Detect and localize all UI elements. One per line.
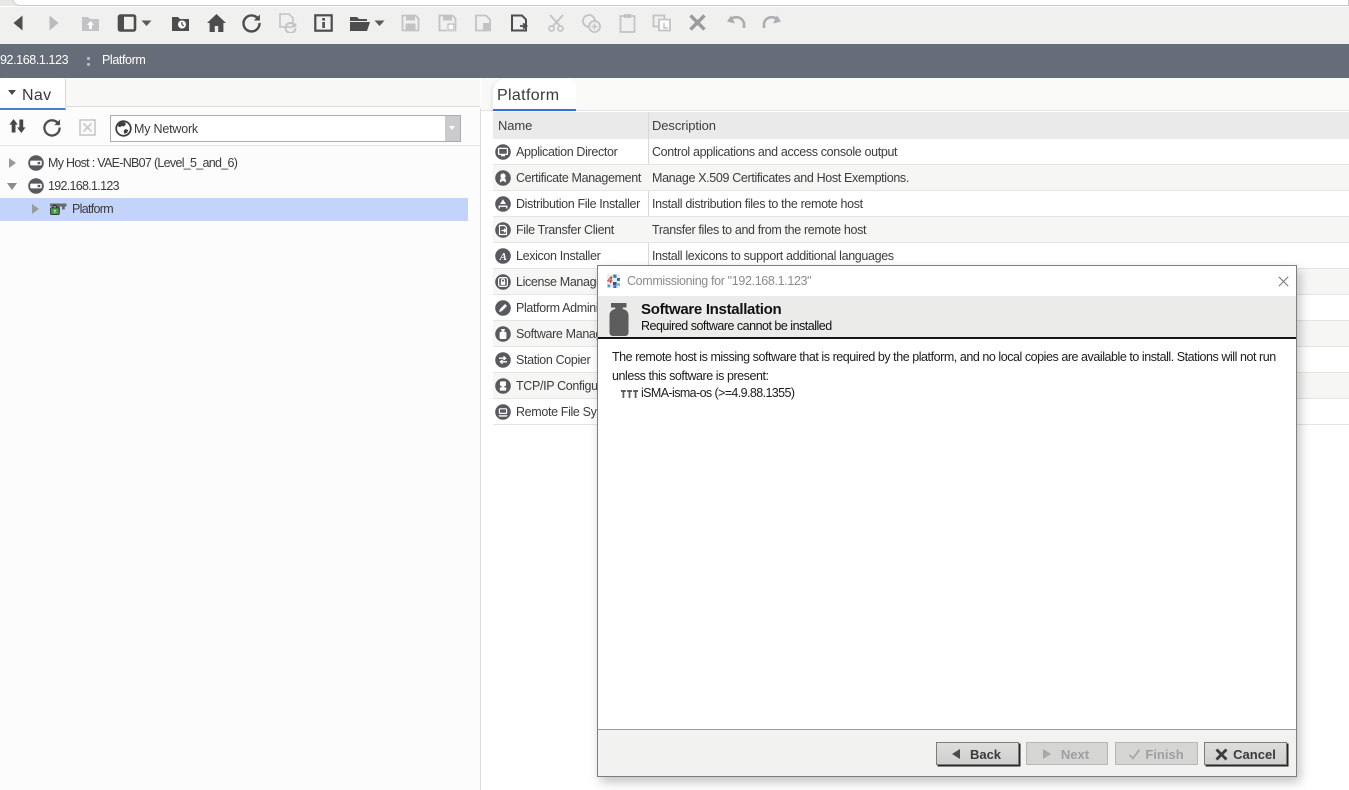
svg-text:A: A [499,251,507,263]
svg-text:4: 4 [607,275,613,286]
